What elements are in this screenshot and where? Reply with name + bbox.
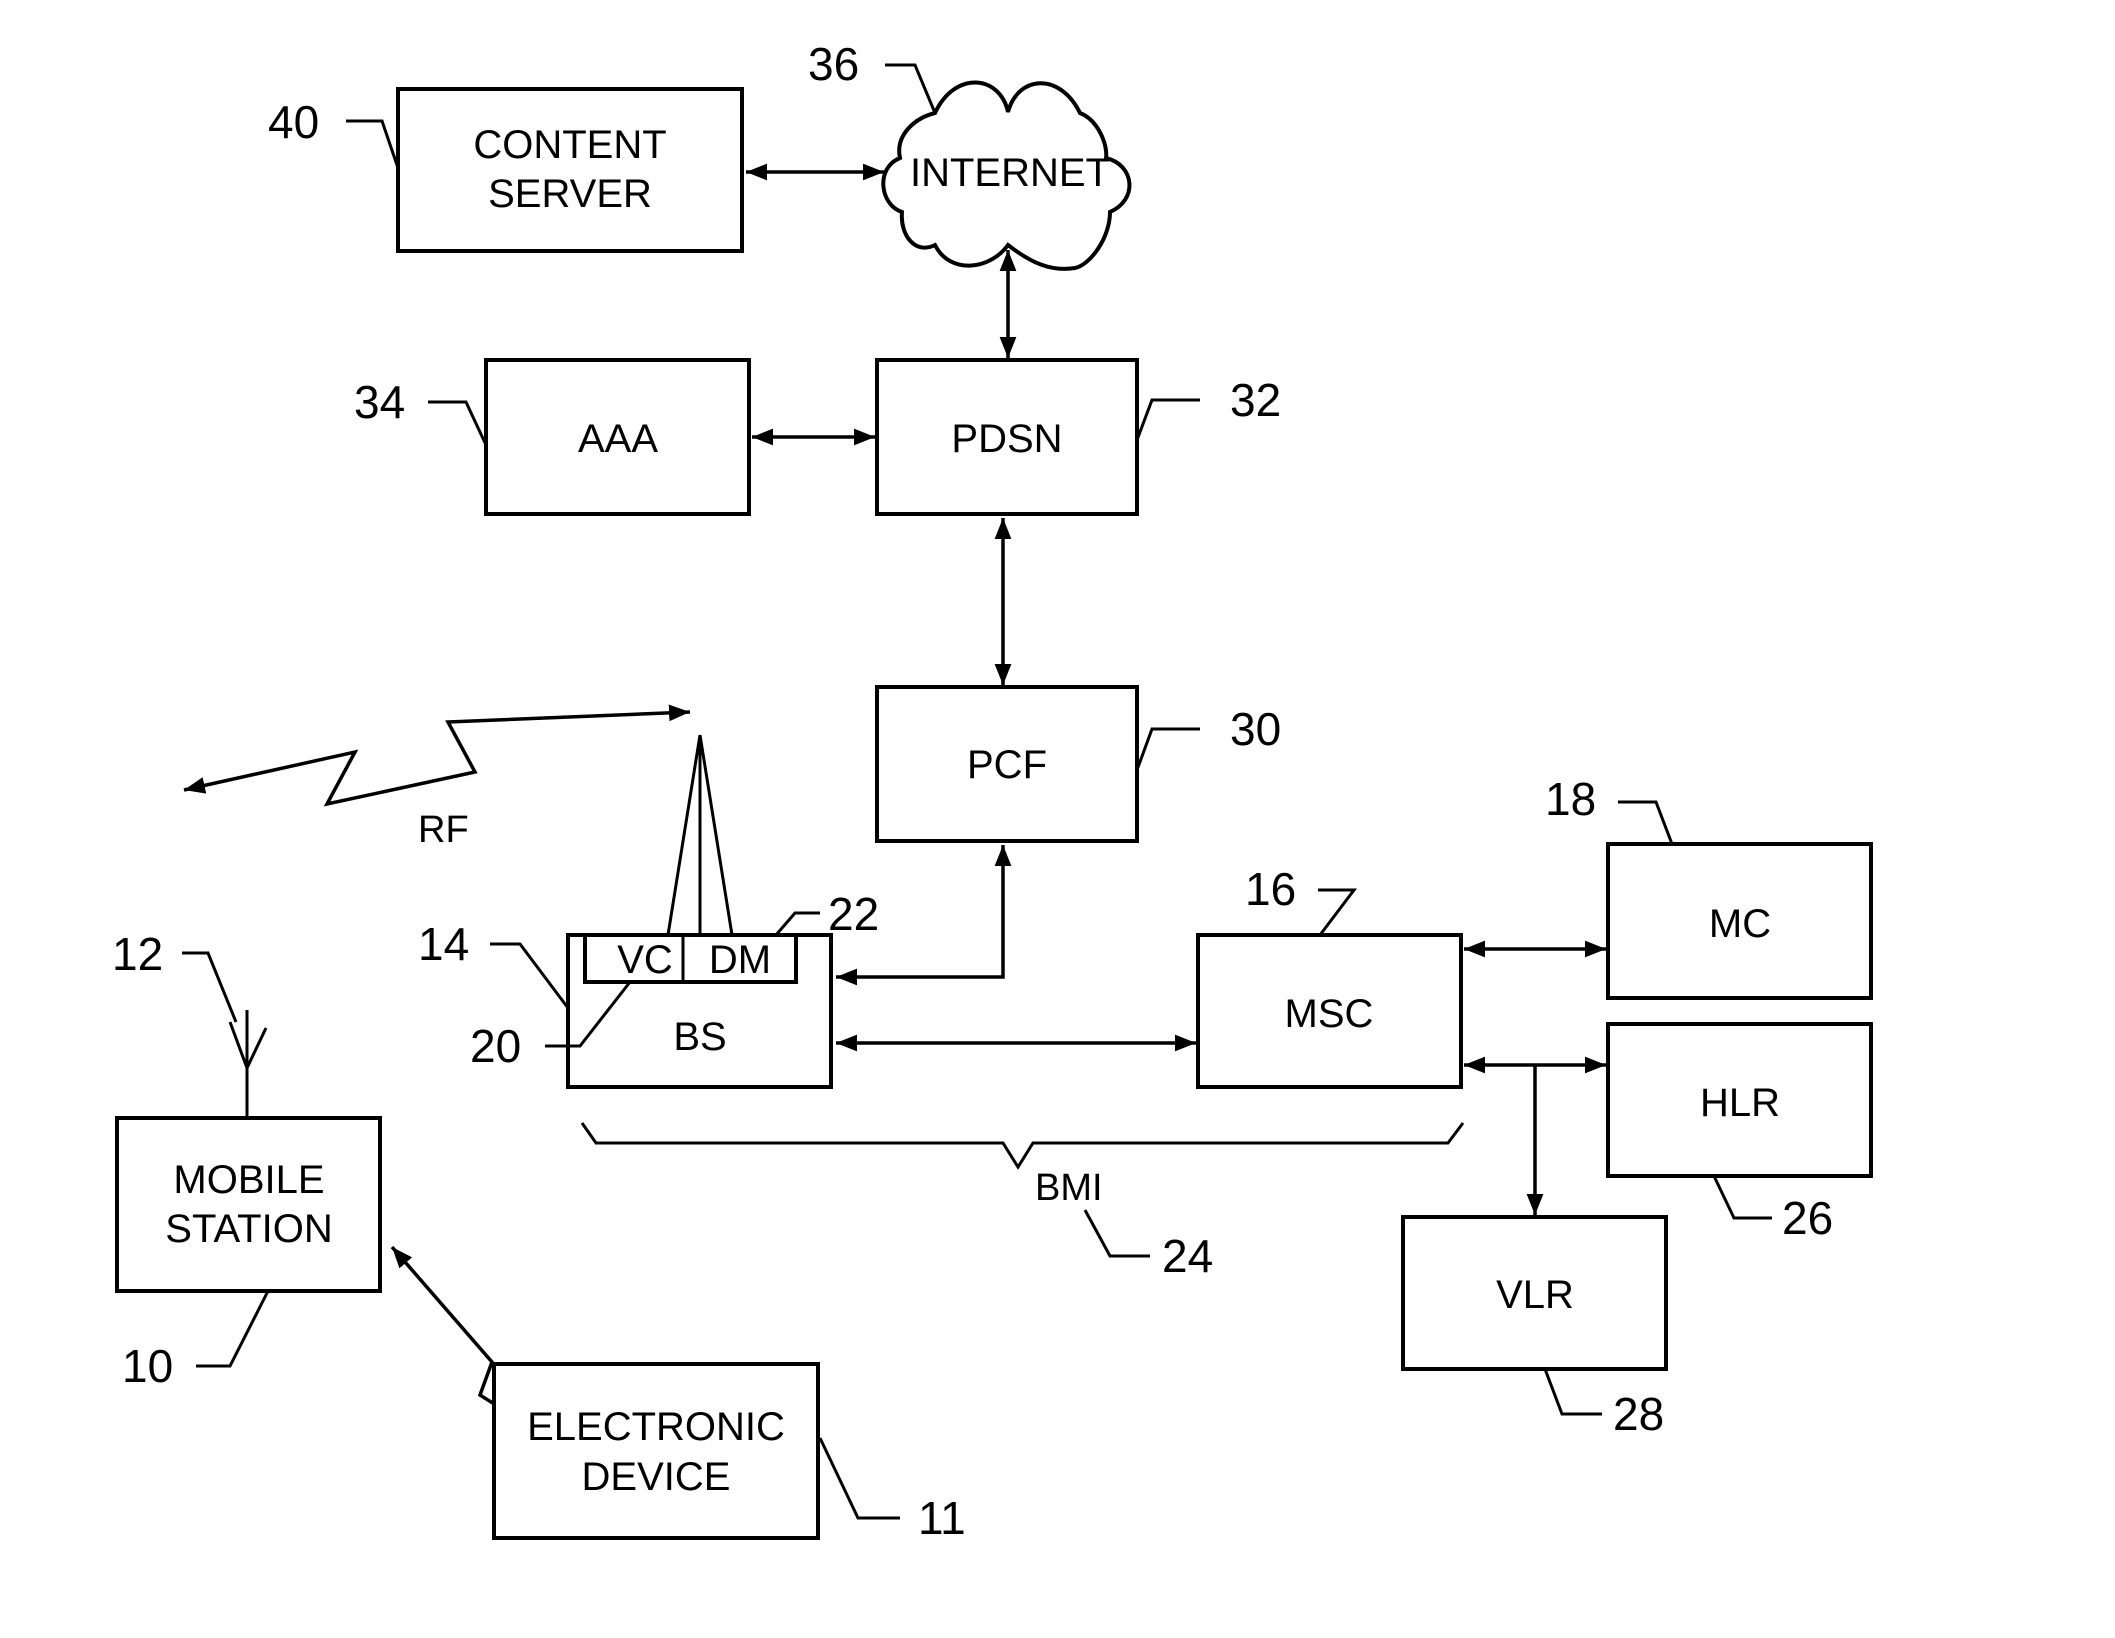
vc-label: VC	[617, 938, 673, 982]
tower-icon	[666, 734, 734, 936]
content-server-node: CONTENT SERVER	[396, 87, 744, 253]
antenna-icon	[228, 1010, 268, 1118]
rf-link	[183, 704, 691, 807]
msc-label: MSC	[1285, 992, 1374, 1036]
mc-label: MC	[1709, 902, 1771, 946]
electronic-device-label-line2: DEVICE	[582, 1455, 731, 1499]
internet-label: INTERNET	[910, 151, 1110, 195]
hlr-node: HLR	[1606, 1022, 1873, 1178]
content-server-label-line2: SERVER	[488, 172, 652, 216]
pdsn-label: PDSN	[951, 417, 1062, 461]
ref-10: 10	[122, 1340, 173, 1392]
ref-40: 40	[268, 96, 319, 148]
ref-11: 11	[918, 1492, 966, 1544]
leader-24	[1083, 1209, 1150, 1258]
ref-12: 12	[112, 928, 163, 980]
electronic-device-node: ELECTRONIC DEVICE	[492, 1362, 820, 1540]
leader-40	[346, 119, 400, 169]
leader-11	[818, 1437, 900, 1520]
leader-32	[1135, 398, 1200, 441]
ref-22: 22	[828, 888, 879, 940]
leader-10	[196, 1290, 270, 1368]
hlr-label: HLR	[1700, 1081, 1780, 1125]
leader-34	[428, 400, 488, 446]
bmi-label: BMI	[1035, 1167, 1103, 1209]
mobile-station-label-line1: MOBILE	[173, 1158, 324, 1202]
leader-18	[1618, 800, 1674, 845]
ref-32: 32	[1230, 374, 1281, 426]
ref-30: 30	[1230, 703, 1281, 755]
leader-26	[1712, 1175, 1772, 1220]
dm-label: DM	[709, 938, 771, 982]
ref-16: 16	[1245, 863, 1296, 915]
network-diagram: CONTENT SERVER 40 INTERNET 36 AAA 34 PDS…	[112, 38, 1873, 1544]
leader-28	[1543, 1368, 1602, 1416]
ref-36: 36	[808, 38, 859, 90]
ref-14: 14	[418, 918, 469, 970]
electronic-device-label-line1: ELECTRONIC	[527, 1405, 785, 1449]
aaa-node: AAA	[484, 358, 751, 516]
content-server-label-line1: CONTENT	[473, 123, 666, 167]
mobile-station-label-line2: STATION	[165, 1207, 332, 1251]
leader-30	[1135, 727, 1200, 771]
rf-label: RF	[418, 809, 469, 851]
ref-20: 20	[470, 1020, 521, 1072]
pdsn-node: PDSN	[875, 358, 1139, 516]
mc-node: MC	[1606, 842, 1873, 1000]
leader-22	[774, 911, 820, 936]
vlr-node: VLR	[1401, 1215, 1668, 1371]
leader-14	[490, 942, 570, 1009]
leader-12	[182, 951, 238, 1023]
msc-node: MSC	[1196, 933, 1463, 1089]
pcf-label: PCF	[967, 743, 1047, 787]
ref-18: 18	[1545, 773, 1596, 825]
ref-28: 28	[1613, 1388, 1664, 1440]
ref-26: 26	[1782, 1192, 1833, 1244]
pcf-node: PCF	[875, 685, 1139, 843]
ref-34: 34	[354, 376, 405, 428]
ref-24: 24	[1162, 1230, 1213, 1282]
leader-36	[885, 63, 937, 114]
vlr-label: VLR	[1496, 1273, 1574, 1317]
internet-cloud: INTERNET	[881, 80, 1132, 271]
mobile-station-node: MOBILE STATION	[115, 1116, 382, 1293]
bmi-brace	[580, 1122, 1465, 1170]
bs-label: BS	[673, 1015, 726, 1059]
aaa-label: AAA	[578, 417, 658, 461]
leader-16	[1318, 888, 1358, 936]
